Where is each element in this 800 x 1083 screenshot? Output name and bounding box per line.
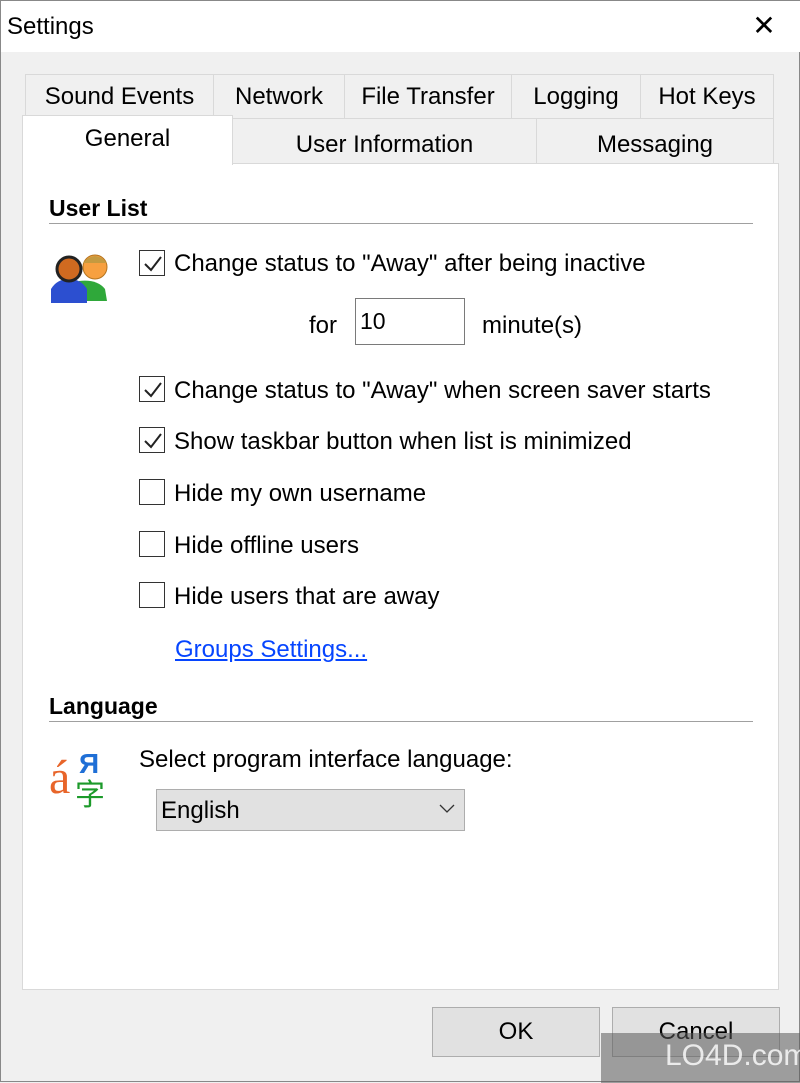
taskbar-button-checkbox[interactable] <box>139 427 165 453</box>
hide-username-label: Hide my own username <box>174 480 427 507</box>
hide-username-checkbox[interactable] <box>139 479 165 505</box>
general-panel <box>22 163 779 990</box>
taskbar-button-label: Show taskbar button when list is minimiz… <box>174 428 632 455</box>
away-inactive-checkbox[interactable] <box>139 250 165 276</box>
tab-user-information[interactable]: User Information <box>232 118 537 164</box>
language-prompt: Select program interface language: <box>139 746 513 773</box>
hide-away-checkbox[interactable] <box>139 582 165 608</box>
hide-offline-checkbox[interactable] <box>139 531 165 557</box>
watermark-logo: LO4D.com <box>601 1033 800 1083</box>
title-bar <box>1 1 800 52</box>
users-icon <box>51 254 108 303</box>
hide-away-label: Hide users that are away <box>174 583 440 610</box>
window-title: Settings <box>7 13 94 40</box>
tab-sound-events[interactable]: Sound Events <box>25 74 214 119</box>
language-heading: Language <box>49 693 158 719</box>
language-icon: á Я 字 <box>49 748 105 809</box>
away-screensaver-label: Change status to "Away" when screen save… <box>174 377 711 404</box>
groups-settings-link[interactable]: Groups Settings... <box>175 636 367 664</box>
svg-text:字: 字 <box>75 778 105 809</box>
ok-button[interactable]: OK <box>432 1007 600 1057</box>
tab-file-transfer[interactable]: File Transfer <box>344 74 512 119</box>
for-label: for <box>309 312 338 339</box>
tab-logging[interactable]: Logging <box>511 74 641 119</box>
chevron-down-icon <box>439 804 455 813</box>
svg-text:Я: Я <box>79 748 99 779</box>
divider <box>49 223 753 224</box>
away-inactive-label: Change status to "Away" after being inac… <box>174 250 646 277</box>
divider <box>49 721 753 722</box>
inactive-minutes-input[interactable] <box>355 298 465 345</box>
tab-messaging[interactable]: Messaging <box>536 118 774 164</box>
tab-hot-keys[interactable]: Hot Keys <box>640 74 774 119</box>
language-select[interactable]: English <box>156 789 465 831</box>
svg-text:á: á <box>49 751 70 804</box>
close-icon[interactable]: ✕ <box>749 9 779 43</box>
away-screensaver-checkbox[interactable] <box>139 376 165 402</box>
user-list-heading: User List <box>49 195 148 221</box>
tab-general[interactable]: General <box>22 115 233 165</box>
tab-network[interactable]: Network <box>213 74 345 119</box>
language-select-value: English <box>161 797 240 824</box>
minutes-unit-label: minute(s) <box>482 312 583 339</box>
hide-offline-label: Hide offline users <box>174 532 359 559</box>
